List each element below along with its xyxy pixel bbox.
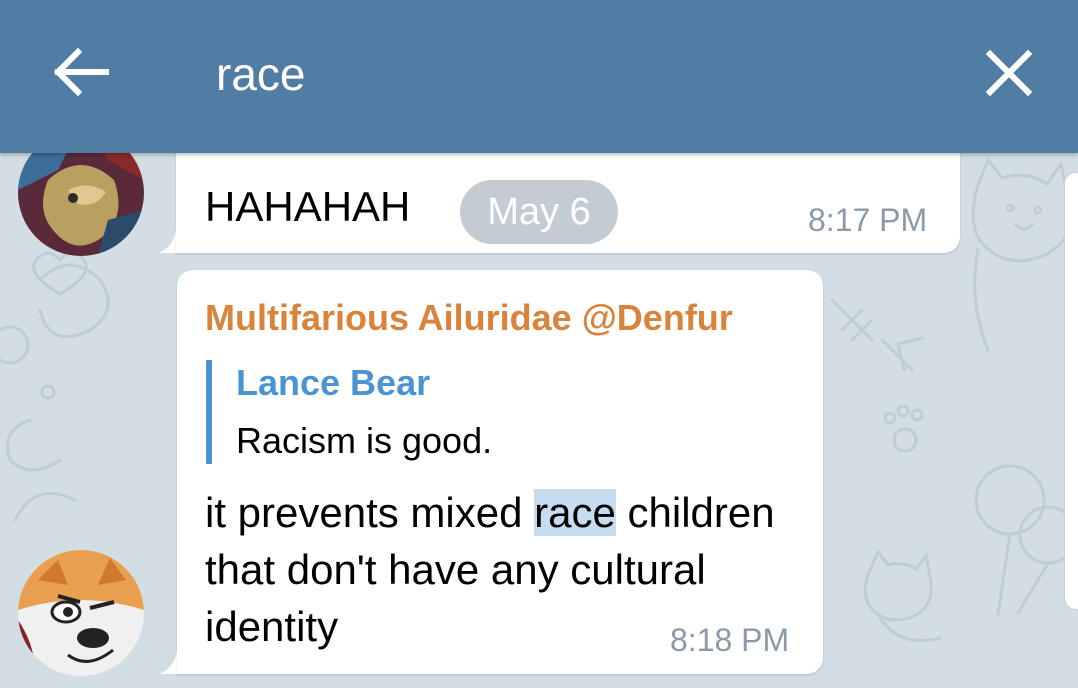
message-text-part: it prevents mixed (205, 489, 535, 536)
search-header: race (0, 0, 1078, 153)
sender-name[interactable]: Multifarious Ailuridae @Denfur (205, 295, 733, 341)
message-text: HAHAHAH (205, 183, 411, 230)
date-badge: May 6 (460, 180, 618, 244)
adjacent-message-edge (1064, 172, 1078, 610)
clear-search-button[interactable] (978, 42, 1040, 104)
reply-bar (206, 360, 212, 464)
back-arrow-icon (53, 47, 109, 97)
avatar[interactable] (18, 550, 144, 676)
back-button[interactable] (50, 44, 114, 100)
reply-text[interactable]: Racism is good. (236, 418, 492, 464)
close-icon (985, 49, 1033, 97)
message-time: 8:17 PM (808, 202, 928, 238)
search-match-highlight: race (534, 489, 616, 536)
reply-author[interactable]: Lance Bear (236, 360, 430, 406)
search-input[interactable]: race (216, 44, 305, 104)
message-time: 8:18 PM (670, 622, 790, 658)
